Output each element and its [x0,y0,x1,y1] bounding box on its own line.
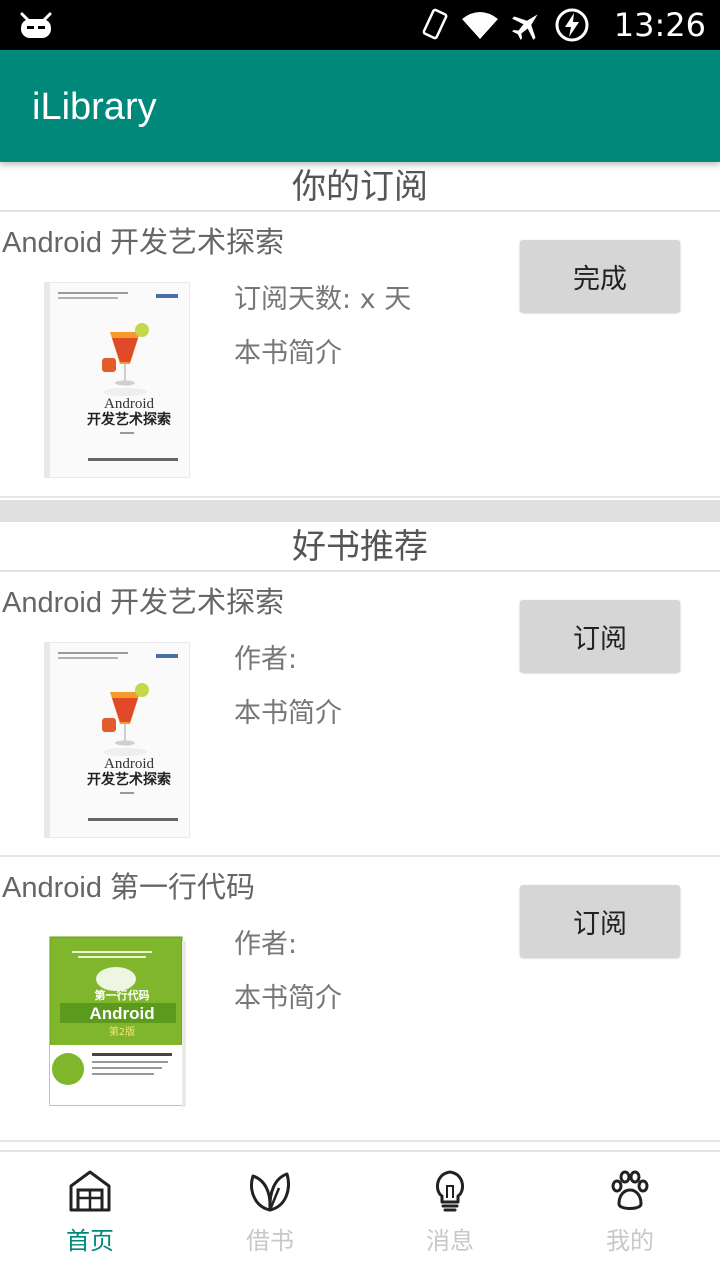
status-icons [420,7,590,43]
cover-top-text: 第一行代码 [95,988,150,1002]
book-cover-image: Android 开发艺术探索 [44,282,190,478]
app-title: iLibrary [32,86,157,128]
book-title: Android 开发艺术探索 [2,587,285,619]
nav-label-borrow: 借书 [246,1227,294,1255]
cover-series-text: Android [104,756,154,772]
bottom-navigation: 首页 借书 消息 我的 [0,1150,720,1280]
paw-icon [611,1170,649,1210]
book-cover-image: Android 开发艺术探索 [44,642,190,838]
nav-label-messages: 消息 [426,1227,474,1255]
lightbulb-icon [436,1170,464,1212]
book-intro-link[interactable]: 本书简介 [234,981,342,1017]
app-bar: iLibrary [0,50,720,162]
status-bar: 13:26 [0,0,720,50]
nav-item-home[interactable]: 首页 [0,1152,180,1280]
airplane-mode-icon [512,14,538,40]
nav-item-messages[interactable]: 消息 [360,1152,540,1280]
leaf-icon [250,1172,290,1212]
recommend-item[interactable]: Android 第一行代码 第一行代码 Android 第2版 作者: 本书简介… [0,857,720,1142]
book-author: 作者: [234,929,298,960]
subscribe-button[interactable]: 订阅 [520,600,680,672]
recommend-header: 好书推荐 [0,522,720,572]
book-intro-link[interactable]: 本书简介 [234,696,342,732]
vibrate-icon [422,8,448,40]
android-robot-icon [20,12,52,38]
section-divider [0,500,720,522]
main-content[interactable]: 你的订阅 Android 开发艺术探索 Android 开发艺术探索 订阅天数:… [0,162,720,1150]
nav-label-me: 我的 [606,1227,654,1255]
book-intro-link[interactable]: 本书简介 [234,336,342,372]
cover-name-text: 开发艺术探索 [87,411,171,428]
subscriptions-header: 你的订阅 [0,162,720,212]
cover-series-text: Android [104,396,154,412]
home-icon [69,1170,111,1212]
nav-item-borrow[interactable]: 借书 [180,1152,360,1280]
cover-name-text: 开发艺术探索 [87,771,171,788]
cover-edition-text: 第2版 [109,1025,135,1038]
battery-charging-icon [555,8,589,42]
book-title: Android 第一行代码 [2,872,256,904]
book-cover-image: 第一行代码 Android 第2版 [49,936,186,1107]
cover-series-text: Android [89,1004,154,1023]
status-time: 13:26 [613,6,706,44]
complete-button[interactable]: 完成 [520,240,680,312]
wifi-icon [462,12,498,39]
nav-item-me[interactable]: 我的 [540,1152,720,1280]
book-author: 作者: [234,644,298,675]
recommend-item[interactable]: Android 开发艺术探索 Android 开发艺术探索 作者: 本书简介 订… [0,572,720,857]
book-title: Android 开发艺术探索 [2,227,285,259]
subscription-days: 订阅天数: x 天 [234,284,412,315]
subscribe-button[interactable]: 订阅 [520,885,680,957]
nav-label-home: 首页 [66,1227,114,1255]
subscription-item[interactable]: Android 开发艺术探索 Android 开发艺术探索 订阅天数: x 天 … [0,212,720,498]
